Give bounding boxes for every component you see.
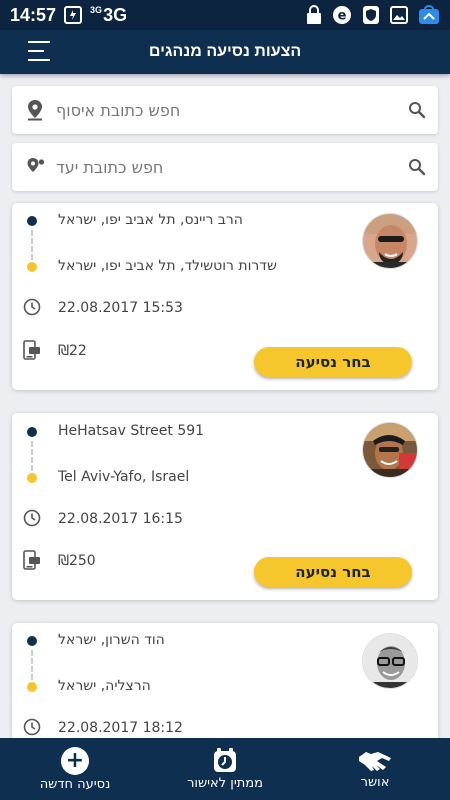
nav-approved[interactable]: אושר xyxy=(300,738,450,800)
lock-icon xyxy=(307,5,321,24)
clock-icon xyxy=(23,298,41,316)
origin-dot xyxy=(27,636,37,646)
app-store-icon xyxy=(419,5,439,24)
ride-datetime: 22.08.2017 18:12 xyxy=(58,720,183,736)
route-line xyxy=(31,230,33,260)
ride-card: HeHatsav Street 591 Tel Aviv-Yafo, Israe… xyxy=(12,413,438,600)
ride-datetime: 22.08.2017 15:53 xyxy=(58,300,183,316)
plus-icon: + xyxy=(61,746,89,775)
status-time: 14:57 xyxy=(10,4,57,25)
nav-new-ride-label: נסיעה חדשה xyxy=(39,776,111,792)
destination-dot xyxy=(27,473,37,483)
driver-avatar xyxy=(362,633,418,689)
destination-dot xyxy=(27,682,37,692)
network-label: 3G xyxy=(103,4,128,25)
clock-icon xyxy=(23,509,41,527)
pickup-search-input[interactable] xyxy=(56,98,388,122)
search-icon[interactable] xyxy=(408,158,426,176)
map-pin-icon xyxy=(28,100,42,121)
origin-address: הרב ריינס, תל אביב יפו, ישראל xyxy=(58,212,243,228)
bottom-navigation: + נסיעה חדשה ממתין לאישור אושר xyxy=(0,738,450,800)
ride-price: ₪250 xyxy=(58,553,96,569)
origin-dot xyxy=(27,216,37,226)
pickup-search-box xyxy=(12,86,438,134)
browser-e-icon: e xyxy=(333,6,351,24)
route-line xyxy=(31,441,33,471)
network-indicator: 3G 3G xyxy=(90,5,127,26)
nav-approved-label: אושר xyxy=(360,774,390,790)
driver-avatar xyxy=(362,422,418,478)
menu-icon[interactable] xyxy=(28,41,50,61)
choose-ride-button[interactable]: בחר נסיעה xyxy=(254,347,412,377)
search-icon[interactable] xyxy=(408,101,426,119)
stopwatch-icon xyxy=(214,747,236,772)
destination-dot xyxy=(27,262,37,272)
handshake-icon xyxy=(359,751,391,771)
origin-address: הוד השרון, ישראל xyxy=(58,632,165,648)
payment-icon xyxy=(23,340,40,360)
nav-new-ride[interactable]: + נסיעה חדשה xyxy=(0,738,150,800)
destination-search-box xyxy=(12,143,438,191)
svg-text:e: e xyxy=(338,9,347,24)
sim-card-icon xyxy=(64,6,83,24)
payment-icon xyxy=(23,550,40,570)
destination-address: שדרות רוטשילד, תל אביב יפו, ישראל xyxy=(58,258,277,274)
destination-search-input[interactable] xyxy=(56,155,388,179)
origin-dot xyxy=(27,427,37,437)
origin-address: HeHatsav Street 591 xyxy=(58,423,205,439)
image-icon xyxy=(390,6,408,24)
clock-icon xyxy=(23,718,41,736)
destination-address: הרצליה, ישראל xyxy=(58,678,151,694)
nav-pending-approval[interactable]: ממתין לאישור xyxy=(150,738,300,800)
destination-pin-icon xyxy=(27,158,45,172)
app-bar: הצעות נסיעה מנהגים xyxy=(0,30,450,74)
shield-icon xyxy=(363,6,379,24)
page-title: הצעות נסיעה מנהגים xyxy=(148,43,302,60)
ride-datetime: 22.08.2017 16:15 xyxy=(58,511,183,527)
ride-price: ₪22 xyxy=(58,343,87,359)
ride-card: הרב ריינס, תל אביב יפו, ישראל שדרות רוטש… xyxy=(12,203,438,390)
route-line xyxy=(31,650,33,680)
choose-ride-button[interactable]: בחר נסיעה xyxy=(254,557,412,587)
driver-avatar xyxy=(362,213,418,269)
destination-address: Tel Aviv-Yafo, Israel xyxy=(58,469,190,485)
network-small-label: 3G xyxy=(90,4,103,15)
status-bar: 14:57 3G 3G e xyxy=(0,0,450,30)
nav-pending-label: ממתין לאישור xyxy=(187,775,263,791)
